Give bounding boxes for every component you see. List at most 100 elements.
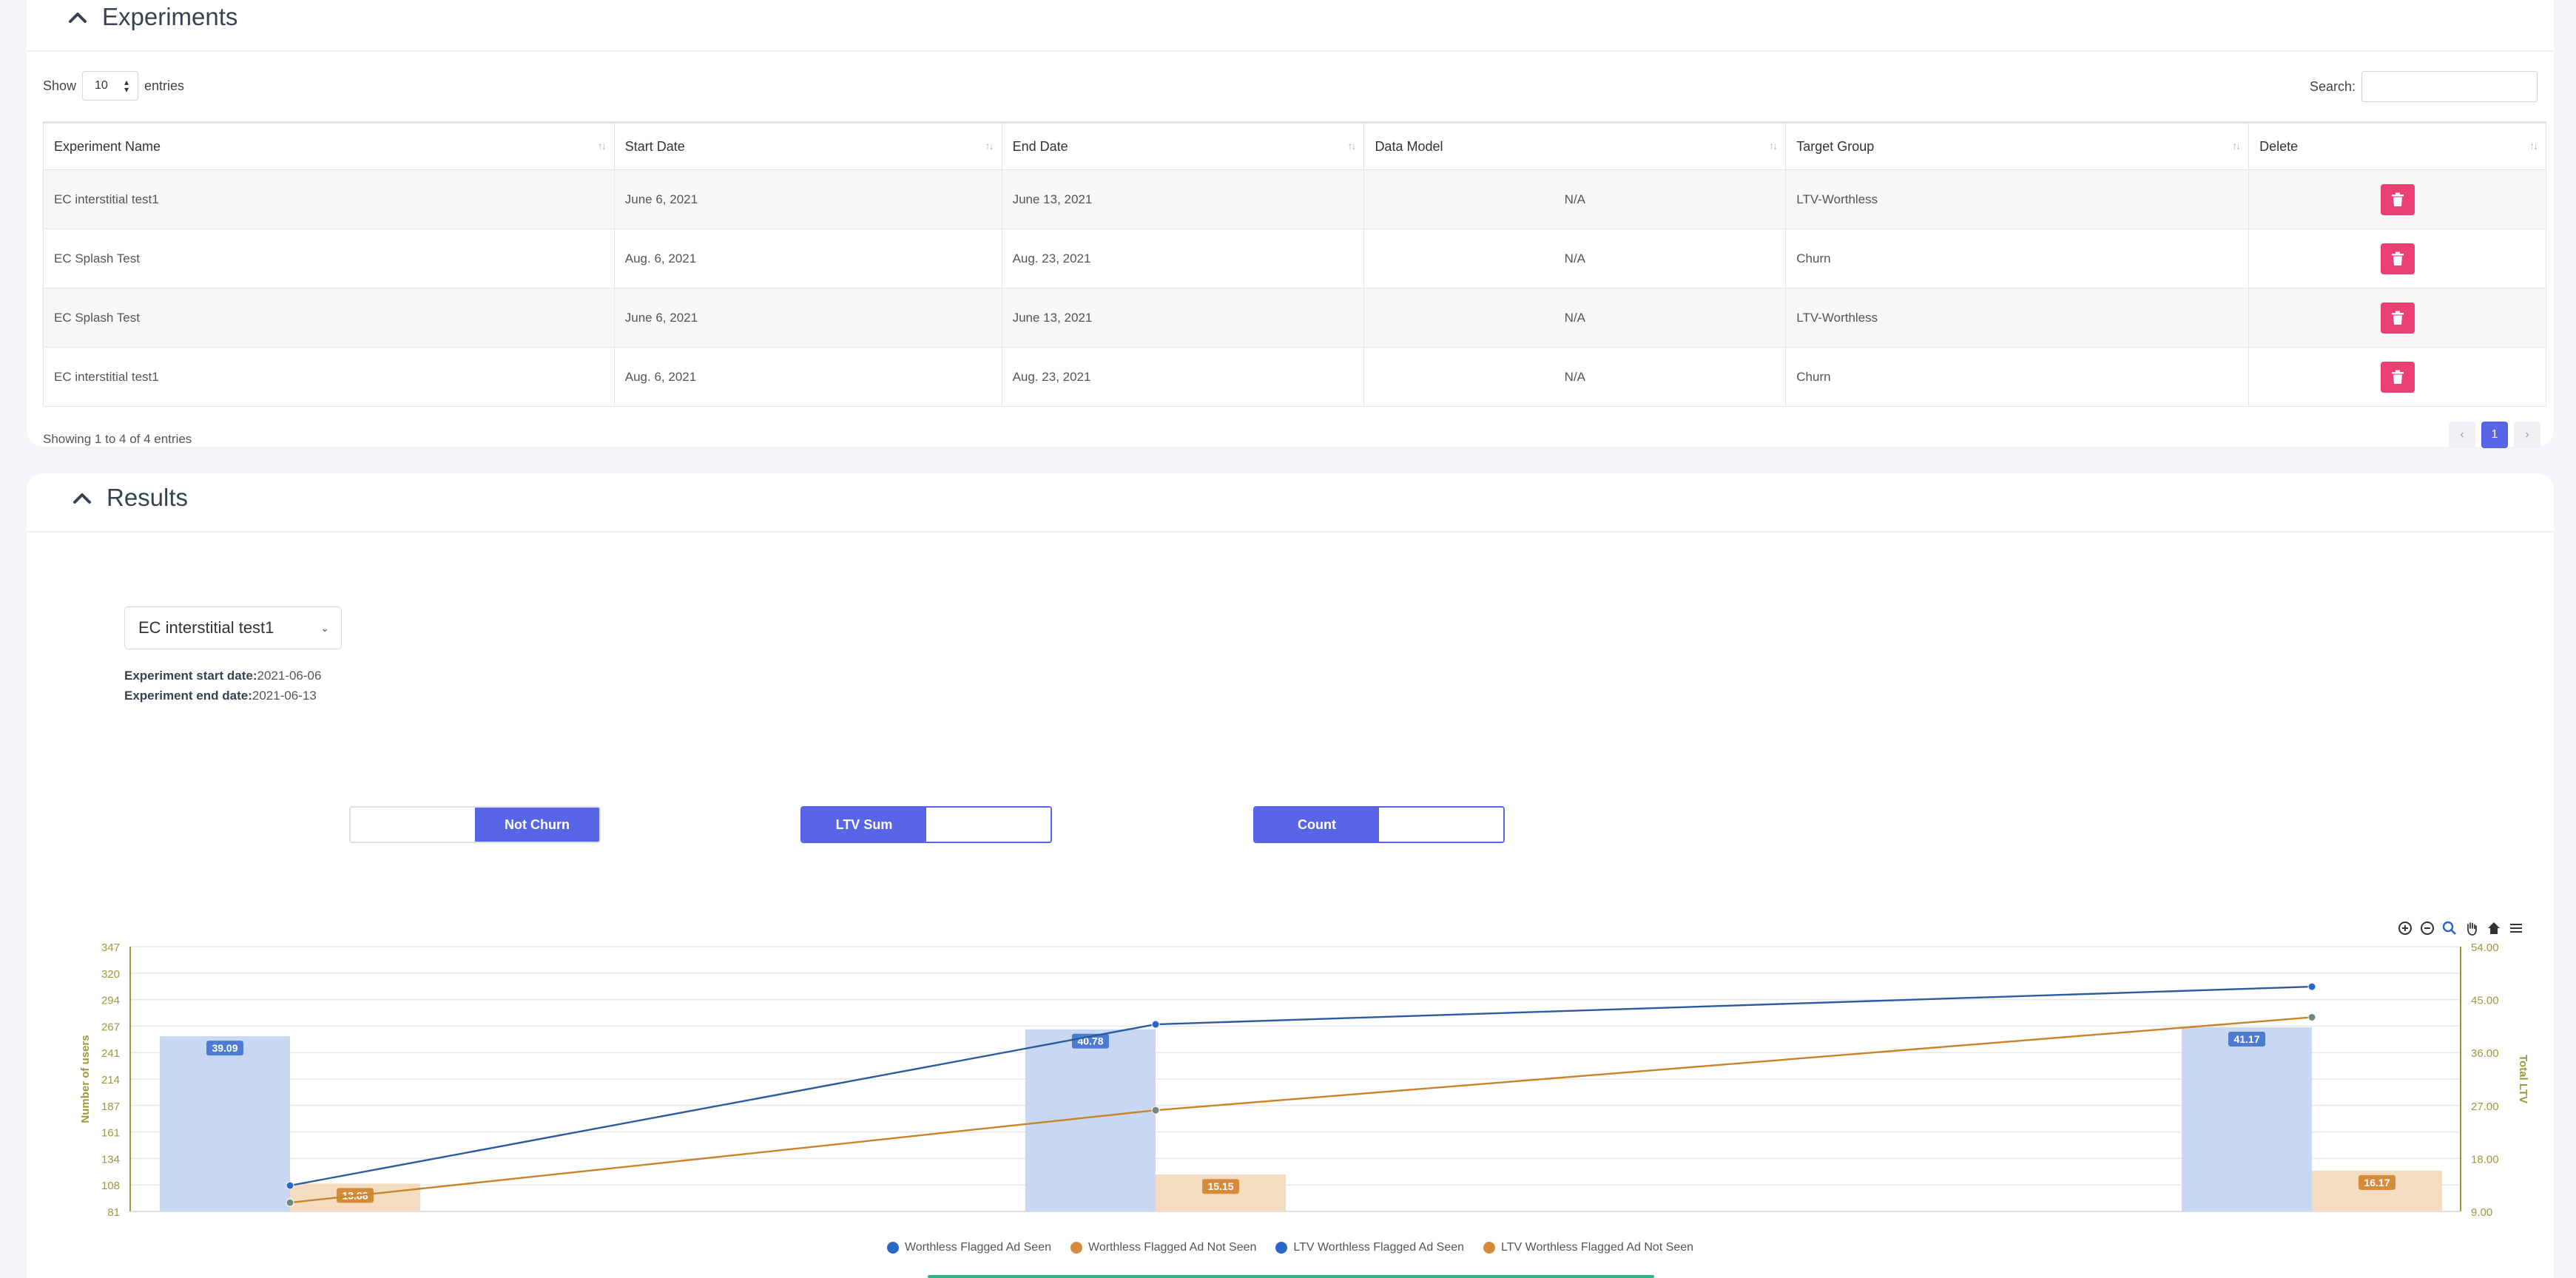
cell-target-group: LTV-Worthless (1785, 288, 2250, 348)
chevron-down-icon: ⌄ (320, 621, 329, 634)
column-header-start-date[interactable]: Start Date ↑↓ (613, 121, 1002, 170)
line-point (2307, 982, 2316, 991)
line-point (286, 1198, 294, 1207)
column-header-target-group[interactable]: Target Group ↑↓ (1785, 121, 2250, 170)
series-line (289, 1016, 2313, 1204)
pagination-page-1[interactable]: 1 (2481, 422, 2508, 448)
line-point (1151, 1020, 1160, 1029)
toggle-option-count[interactable]: Count (1255, 808, 1379, 842)
data-label: 16.17 (2364, 1177, 2390, 1189)
churn-toggle[interactable]: Not Churn (349, 806, 601, 843)
divider (27, 50, 2554, 52)
legend-label: Worthless Flagged Ad Seen (904, 1241, 1051, 1254)
page-length-value: 10 (95, 79, 108, 92)
cell-experiment-name: EC interstitial test1 (43, 347, 615, 407)
cell-data-model: N/A (1363, 347, 1787, 407)
y-tick-label: 347 (101, 941, 120, 954)
y2-tick-label: 54.00 (2471, 941, 2499, 954)
cell-target-group: Churn (1785, 229, 2250, 288)
page-length-select[interactable]: 10 ▴ ▾ (82, 71, 139, 101)
cell-delete (2248, 347, 2546, 407)
y2-tick-label: 9.00 (2471, 1206, 2492, 1219)
pagination-prev-button[interactable]: ‹ (2449, 422, 2475, 448)
cell-start-date: June 6, 2021 (613, 288, 1002, 348)
table-row[interactable]: EC Splash Test Aug. 6, 2021 Aug. 23, 202… (43, 229, 2546, 288)
entries-label: entries (144, 78, 185, 93)
sort-icon: ↑↓ (597, 140, 607, 152)
column-header-experiment-name[interactable]: Experiment Name ↑↓ (43, 121, 615, 170)
legend-item[interactable]: LTV Worthless Flagged Ad Not Seen (1483, 1241, 1693, 1254)
count-toggle[interactable]: Count (1253, 806, 1505, 843)
sort-icon: ↑↓ (2529, 140, 2538, 152)
bar (160, 1036, 290, 1211)
cell-delete (2248, 288, 2546, 348)
toggle-option-ltv-sum[interactable]: LTV Sum (802, 808, 926, 842)
results-title: Results (107, 484, 189, 511)
cell-delete (2248, 169, 2546, 229)
chevron-up-icon[interactable] (71, 487, 93, 509)
series-line (289, 985, 2313, 1187)
trash-icon (2391, 370, 2404, 384)
experiment-select[interactable]: EC interstitial test1 ⌄ (124, 606, 342, 649)
delete-button[interactable] (2380, 302, 2415, 334)
end-date-value: 2021-06-13 (252, 689, 317, 703)
y2-tick-label: 18.00 (2471, 1153, 2499, 1166)
search-input[interactable] (2361, 71, 2538, 102)
pagination-next-button[interactable]: › (2514, 422, 2540, 448)
search-control: Search: (2310, 71, 2538, 102)
cell-start-date: June 6, 2021 (613, 169, 1002, 229)
y-tick-label: 134 (101, 1153, 120, 1166)
toggle-option-left[interactable] (351, 808, 475, 842)
table-header-row: Experiment Name ↑↓ Start Date ↑↓ End Date ↑… (43, 121, 2546, 170)
legend-item[interactable]: LTV Worthless Flagged Ad Seen (1275, 1241, 1464, 1254)
legend-marker-icon (1070, 1242, 1082, 1254)
delete-button[interactable] (2380, 243, 2415, 274)
cell-start-date: Aug. 6, 2021 (613, 347, 1002, 407)
table-row[interactable]: EC interstitial test1 Aug. 6, 2021 Aug. … (43, 347, 2546, 407)
cell-end-date: June 13, 2021 (1001, 288, 1365, 348)
table-info: Showing 1 to 4 of 4 entries (43, 432, 192, 446)
sort-icon: ↑↓ (1347, 140, 1356, 152)
line-point (1151, 1106, 1160, 1115)
experiments-table: Experiment Name ↑↓ Start Date ↑↓ End Date ↑… (43, 121, 2546, 407)
legend-item[interactable]: Worthless Flagged Ad Seen (886, 1241, 1051, 1254)
trash-icon (2391, 311, 2404, 325)
cell-end-date: Aug. 23, 2021 (1001, 229, 1365, 288)
results-header[interactable]: Results (71, 484, 188, 512)
y-tick-label: 214 (101, 1074, 120, 1086)
experiments-title: Experiments (102, 3, 238, 30)
y-tick-label: 241 (101, 1047, 120, 1060)
metric-toggle[interactable]: LTV Sum (800, 806, 1052, 843)
legend-marker-icon (1275, 1242, 1288, 1254)
y-tick-label: 161 (101, 1127, 120, 1140)
y-tick-label: 81 (107, 1206, 120, 1219)
delete-button[interactable] (2380, 183, 2415, 215)
column-header-data-model[interactable]: Data Model ↑↓ (1363, 121, 1787, 170)
cell-experiment-name: EC Splash Test (43, 288, 615, 348)
divider (27, 531, 2554, 532)
column-header-end-date[interactable]: End Date ↑↓ (1001, 121, 1365, 170)
toggle-option-right[interactable] (1379, 808, 1503, 842)
table-row[interactable]: EC Splash Test June 6, 2021 June 13, 202… (43, 288, 2546, 348)
y-tick-label: 320 (101, 968, 120, 981)
cell-data-model: N/A (1363, 229, 1787, 288)
column-header-delete[interactable]: Delete ↑↓ (2248, 121, 2546, 170)
show-label: Show (43, 78, 77, 93)
legend-item[interactable]: Worthless Flagged Ad Not Seen (1070, 1241, 1256, 1254)
experiments-header[interactable]: Experiments (67, 3, 237, 31)
end-date-label: Experiment end date: (124, 689, 252, 703)
start-date-value: 2021-06-06 (257, 669, 322, 683)
toggle-option-not-churn[interactable]: Not Churn (475, 808, 599, 842)
legend-label: LTV Worthless Flagged Ad Not Seen (1501, 1241, 1694, 1254)
legend-label: Worthless Flagged Ad Not Seen (1088, 1241, 1257, 1254)
y2-axis-title: Total LTV (2517, 1055, 2529, 1103)
cell-experiment-name: EC Splash Test (43, 229, 615, 288)
table-row[interactable]: EC interstitial test1 June 6, 2021 June … (43, 169, 2546, 229)
cell-data-model: N/A (1363, 169, 1787, 229)
y-tick-label: 187 (101, 1100, 120, 1113)
delete-button[interactable] (2380, 361, 2415, 393)
results-chart: 81 108 134 161 187 214 241 267 294 320 347 9.00 18.0… (79, 941, 2529, 1219)
cell-end-date: Aug. 23, 2021 (1001, 347, 1365, 407)
chevron-up-icon[interactable] (67, 6, 89, 28)
toggle-option-right[interactable] (926, 808, 1051, 842)
